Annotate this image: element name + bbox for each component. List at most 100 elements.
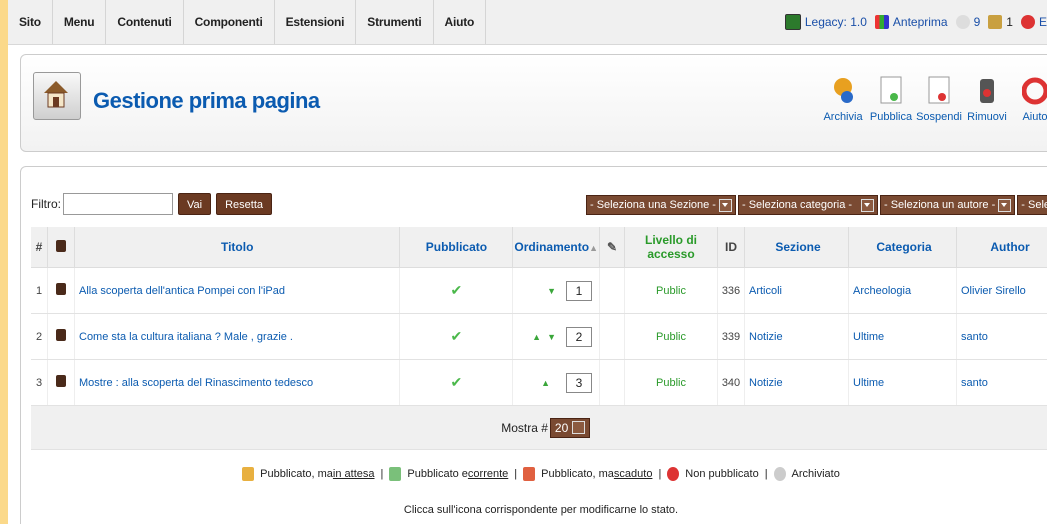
state-select-value: - Seleziona stato - bbox=[1021, 199, 1047, 211]
state-select[interactable]: - Seleziona stato - bbox=[1017, 195, 1047, 215]
publish-label: Pubblica bbox=[869, 111, 913, 123]
col-author[interactable]: Author bbox=[956, 227, 1047, 268]
users-status[interactable]: 1 bbox=[988, 15, 1013, 29]
menu-sito[interactable]: Sito bbox=[8, 0, 53, 44]
published-check-icon[interactable]: ✔ bbox=[451, 328, 463, 344]
legend-separator: | bbox=[658, 468, 662, 480]
move-up-icon[interactable]: ▲ bbox=[541, 378, 550, 388]
article-id: 340 bbox=[717, 359, 745, 406]
order-input[interactable]: 1 bbox=[566, 280, 592, 301]
article-id: 339 bbox=[717, 313, 745, 360]
users-count: 1 bbox=[1006, 15, 1013, 29]
section-link[interactable]: Notizie bbox=[744, 313, 849, 360]
menu-menu[interactable]: Menu bbox=[53, 0, 107, 44]
trash-icon bbox=[974, 75, 1000, 107]
col-save-order[interactable]: ✎ bbox=[599, 227, 625, 268]
access-level-link[interactable]: Public bbox=[624, 267, 718, 314]
display-limit-select[interactable]: 20 bbox=[549, 417, 591, 438]
messages-count: 9 bbox=[973, 15, 981, 29]
logout-link[interactable]: E bbox=[1020, 15, 1047, 29]
pending-icon bbox=[242, 467, 255, 481]
col-id[interactable]: ID bbox=[717, 227, 745, 268]
save-order-icon[interactable]: ✎ bbox=[607, 240, 617, 254]
messages-status[interactable]: 9 bbox=[955, 15, 981, 29]
legacy-status[interactable]: Legacy: 1.0 bbox=[784, 14, 867, 30]
col-ordering[interactable]: Ordinamento▲ bbox=[512, 227, 600, 268]
page-title: Gestione prima pagina bbox=[93, 88, 320, 113]
remove-label: Rimuovi bbox=[967, 111, 1007, 123]
author-link[interactable]: Olivier Sirello bbox=[956, 267, 1047, 314]
status-legend: Pubblicato, ma in attesa | Pubblicato e … bbox=[21, 467, 1047, 481]
frontpage-icon bbox=[33, 72, 81, 120]
col-access[interactable]: Livello di accesso bbox=[624, 227, 718, 268]
unpublish-button[interactable]: Sospendi bbox=[915, 75, 963, 123]
menu-estensioni[interactable]: Estensioni bbox=[275, 0, 357, 44]
category-link[interactable]: Ultime bbox=[848, 313, 957, 360]
expired-icon bbox=[523, 467, 536, 481]
section-link[interactable]: Articoli bbox=[744, 267, 849, 314]
article-title-link[interactable]: Come sta la cultura italiana ? Male , gr… bbox=[74, 313, 401, 360]
author-link[interactable]: santo bbox=[956, 313, 1047, 360]
published-check-icon[interactable]: ✔ bbox=[451, 374, 463, 390]
legend-expired-underline: scaduto bbox=[613, 468, 653, 480]
legend-separator: | bbox=[514, 468, 518, 480]
menu-contenuti[interactable]: Contenuti bbox=[106, 0, 184, 44]
chevron-down-icon bbox=[718, 198, 732, 212]
published-check-icon[interactable]: ✔ bbox=[451, 282, 463, 298]
row-checkbox[interactable] bbox=[56, 283, 66, 295]
col-section[interactable]: Sezione bbox=[744, 227, 849, 268]
move-down-icon[interactable]: ▼ bbox=[547, 286, 556, 296]
help-icon bbox=[1021, 75, 1047, 107]
display-label: Mostra # bbox=[501, 420, 548, 435]
help-label: Aiuto bbox=[1022, 111, 1047, 123]
row-checkbox[interactable] bbox=[56, 375, 66, 387]
section-select[interactable]: - Seleziona una Sezione - bbox=[586, 195, 736, 215]
move-down-icon[interactable]: ▼ bbox=[547, 332, 556, 342]
preview-label: Anteprima bbox=[892, 15, 948, 29]
col-category[interactable]: Categoria bbox=[848, 227, 957, 268]
legend-expired-pre: Pubblicato, ma bbox=[541, 468, 614, 480]
category-select[interactable]: - Seleziona categoria - bbox=[737, 195, 878, 215]
access-level-link[interactable]: Public bbox=[624, 313, 718, 360]
col-published[interactable]: Pubblicato bbox=[399, 227, 514, 268]
status-bar: Legacy: 1.0 Anteprima 9 1 E bbox=[777, 0, 1047, 44]
author-select[interactable]: - Seleziona un autore - bbox=[879, 195, 1016, 215]
reset-button[interactable]: Resetta bbox=[216, 193, 273, 215]
access-level-link[interactable]: Public bbox=[624, 359, 718, 406]
col-num: # bbox=[31, 227, 48, 268]
help-button[interactable]: Aiuto bbox=[1011, 75, 1047, 123]
move-up-icon[interactable]: ▲ bbox=[532, 332, 541, 342]
order-input[interactable]: 3 bbox=[566, 372, 592, 393]
articles-table: # Titolo Pubblicato Ordinamento▲ ✎ Livel… bbox=[31, 227, 1047, 450]
section-link[interactable]: Notizie bbox=[744, 359, 849, 406]
go-button[interactable]: Vai bbox=[178, 193, 212, 215]
order-input[interactable]: 2 bbox=[566, 326, 592, 347]
archive-button[interactable]: Archivia bbox=[819, 75, 867, 123]
publish-button[interactable]: Pubblica bbox=[867, 75, 915, 123]
category-link[interactable]: Archeologia bbox=[848, 267, 957, 314]
legend-pending-pre: Pubblicato, ma bbox=[260, 468, 333, 480]
legend-unpublished: Non pubblicato bbox=[685, 468, 759, 480]
ordering-label: Ordinamento bbox=[514, 240, 590, 254]
archive-icon bbox=[830, 75, 856, 107]
article-title-link[interactable]: Mostre : alla scoperta del Rinascimento … bbox=[74, 359, 401, 406]
messages-icon bbox=[955, 15, 970, 29]
col-toggle-all[interactable] bbox=[47, 227, 75, 268]
preview-link[interactable]: Anteprima bbox=[874, 15, 948, 29]
filter-selects: - Seleziona una Sezione - - Seleziona ca… bbox=[586, 195, 1047, 215]
author-link[interactable]: santo bbox=[956, 359, 1047, 406]
filter-input[interactable] bbox=[63, 193, 173, 215]
author-select-value: - Seleziona un autore - bbox=[883, 199, 996, 211]
category-link[interactable]: Ultime bbox=[848, 359, 957, 406]
col-title[interactable]: Titolo bbox=[74, 227, 401, 268]
menu-componenti[interactable]: Componenti bbox=[184, 0, 275, 44]
admin-window: Sito Menu Contenuti Componenti Estension… bbox=[8, 0, 1047, 524]
remove-button[interactable]: Rimuovi bbox=[963, 75, 1011, 123]
row-checkbox[interactable] bbox=[56, 329, 66, 341]
unpublish-label: Sospendi bbox=[916, 111, 962, 123]
menu-aiuto[interactable]: Aiuto bbox=[434, 0, 487, 44]
table-row: 2 Come sta la cultura italiana ? Male , … bbox=[31, 313, 1047, 360]
article-title-link[interactable]: Alla scoperta dell'antica Pompei con l'i… bbox=[74, 267, 401, 314]
menu-strumenti[interactable]: Strumenti bbox=[356, 0, 434, 44]
select-all-checkbox[interactable] bbox=[56, 239, 66, 252]
